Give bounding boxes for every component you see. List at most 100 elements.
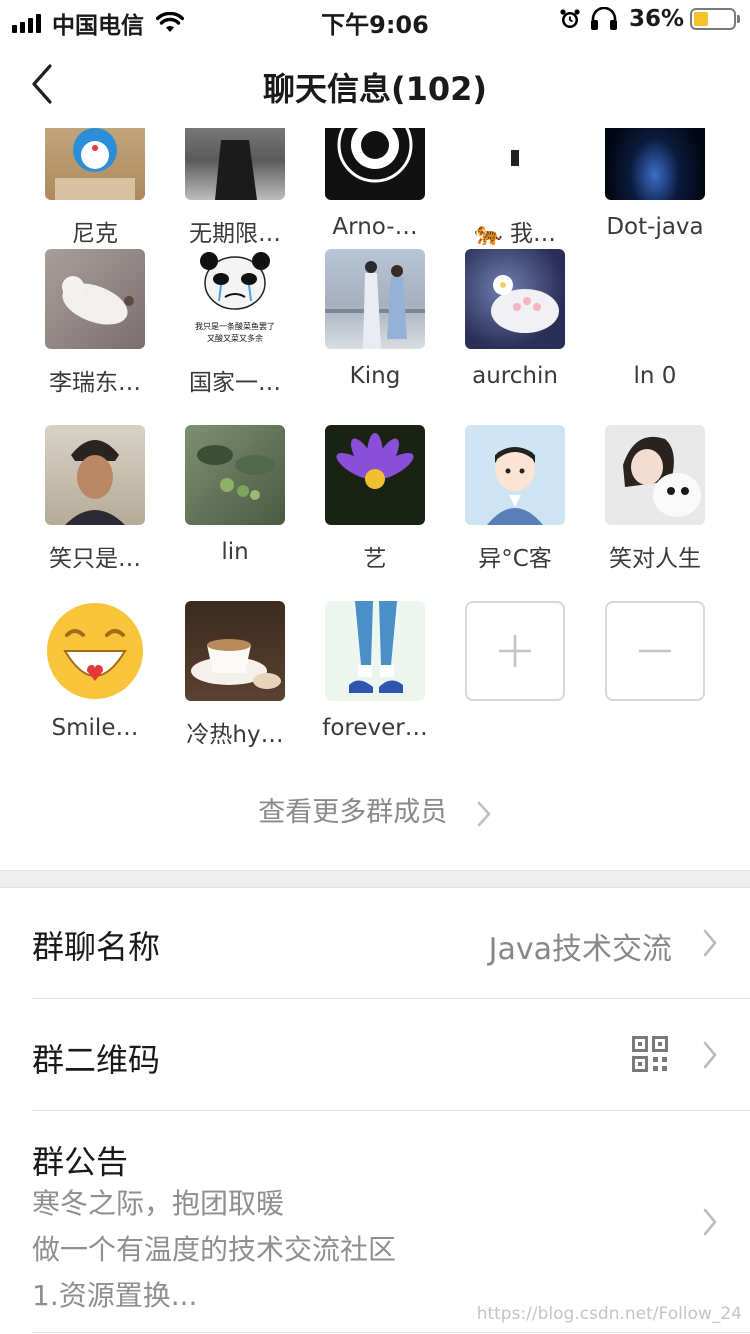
member-name: 🐅 我…	[474, 221, 556, 247]
chevron-right-icon	[703, 1041, 717, 1069]
member-avatar	[325, 425, 425, 525]
qr-code-icon	[632, 1036, 668, 1072]
member-avatar	[185, 601, 285, 701]
remove-member-box[interactable]	[605, 601, 705, 701]
member-avatar	[185, 128, 285, 200]
member-name: 国家一…	[189, 370, 281, 396]
view-more-members-label: 查看更多群成员	[258, 797, 448, 828]
group-qr-code-label: 群二维码	[32, 1041, 161, 1079]
add-member-box[interactable]	[465, 601, 565, 701]
person-silhouette-icon	[215, 140, 257, 200]
headphones-icon	[590, 7, 617, 30]
member-item[interactable]: ln 0	[585, 249, 725, 389]
member-name: 冷热hy…	[186, 722, 284, 748]
member-name: 笑对人生	[609, 546, 701, 572]
coffee-cup-icon	[191, 639, 281, 689]
announcement-line-1: 寒冬之际，抱团取暖	[32, 1187, 285, 1220]
member-item[interactable]: Dot-java	[585, 128, 725, 240]
member-avatar	[325, 128, 425, 200]
section-separator	[0, 870, 750, 888]
page-title: 聊天信息(102)	[262, 70, 488, 108]
smile-emoji-icon	[47, 603, 143, 699]
member-avatar	[605, 128, 705, 200]
member-name: Dot-java	[606, 214, 704, 240]
remove-member-button[interactable]	[585, 601, 725, 701]
member-name: Smile…	[51, 715, 139, 741]
group-announcement-label: 群公告	[32, 1143, 129, 1181]
member-item[interactable]: 尼克	[25, 128, 165, 248]
member-item[interactable]: aurchin	[445, 249, 585, 389]
member-avatar	[185, 425, 285, 525]
chevron-right-icon	[703, 929, 717, 957]
group-qr-code-row[interactable]: 群二维码	[32, 999, 750, 1110]
member-avatar	[45, 601, 145, 701]
meme-caption-1: 我只是一条酸菜鱼罢了	[195, 321, 275, 331]
panda-meme-icon: 我只是一条酸菜鱼罢了 又酸又菜又多余	[195, 252, 275, 343]
add-member-button[interactable]	[445, 601, 585, 701]
member-name: 无期限…	[189, 221, 281, 247]
portrait-photo-icon	[65, 440, 125, 525]
member-item[interactable]: Smile…	[25, 601, 165, 741]
member-avatar	[45, 249, 145, 349]
member-name: 异°C客	[478, 546, 552, 572]
member-item[interactable]: lin	[165, 425, 305, 565]
battery-icon	[690, 8, 740, 30]
member-item[interactable]: 笑对人生	[585, 425, 725, 573]
chevron-right-icon	[477, 801, 491, 826]
member-item[interactable]: 无期限…	[165, 128, 305, 248]
announcement-line-2: 做一个有温度的技术交流社区	[32, 1233, 397, 1266]
member-item[interactable]: 李瑞东…	[25, 249, 165, 397]
announcement-line-3: 1.资源置换...	[32, 1279, 198, 1312]
member-item[interactable]: King	[305, 249, 445, 389]
member-avatar	[45, 425, 145, 525]
cat-paw-flower-icon	[491, 275, 559, 333]
lotus-flower-icon	[336, 433, 414, 489]
jeans-sneakers-icon	[349, 601, 403, 693]
member-avatar	[605, 425, 705, 525]
figure-icon	[511, 150, 519, 166]
member-name: forever…	[322, 715, 428, 741]
nav-bar: 聊天信息(102)	[0, 40, 750, 128]
member-avatar	[325, 249, 425, 349]
member-name: ln 0	[633, 363, 677, 389]
chevron-right-icon	[703, 1208, 717, 1236]
member-avatar	[465, 425, 565, 525]
member-avatar	[605, 249, 705, 349]
member-name: 尼克	[72, 221, 118, 247]
member-name: King	[349, 363, 401, 389]
member-name: aurchin	[472, 363, 558, 389]
citrus-tree-icon	[197, 445, 275, 500]
doraemon-figure-icon	[55, 128, 135, 200]
member-avatar	[45, 128, 145, 200]
member-item[interactable]: forever…	[305, 601, 445, 741]
member-item[interactable]: Arno-…	[305, 128, 445, 240]
group-name-label: 群聊名称	[32, 928, 161, 966]
member-item[interactable]: 冷热hy…	[165, 601, 305, 748]
meme-caption-2: 又酸又菜又多余	[207, 333, 263, 343]
member-item[interactable]: 笑只是…	[25, 425, 165, 573]
battery-percent: 36%	[628, 6, 684, 32]
member-item[interactable]: 🐅 我…	[445, 128, 585, 248]
battery-fill	[694, 12, 708, 26]
member-item[interactable]: 我只是一条酸菜鱼罢了 又酸又菜又多余 国家一…	[165, 249, 305, 397]
group-name-row[interactable]: 群聊名称 Java技术交流	[32, 888, 750, 998]
member-avatar	[465, 128, 565, 200]
plus-icon	[499, 635, 531, 667]
status-right: 36%	[551, 6, 740, 32]
status-bar: 中国电信 下午9:06 36%	[0, 0, 750, 40]
couple-photo-icon	[325, 261, 425, 349]
view-more-members-link[interactable]: 查看更多群成员	[0, 790, 750, 829]
member-item[interactable]: 异°C客	[445, 425, 585, 573]
watermark: https://blog.csdn.net/Follow_24	[476, 1304, 742, 1324]
member-name: 艺	[363, 546, 387, 572]
member-avatar	[325, 601, 425, 701]
cat-photo-icon	[62, 276, 134, 325]
minus-icon	[639, 649, 671, 653]
cartoon-boy-icon	[487, 447, 543, 525]
member-name: lin	[221, 539, 249, 565]
member-item[interactable]: 艺	[305, 425, 445, 573]
member-name: 笑只是…	[49, 546, 141, 572]
alarm-icon	[560, 9, 580, 28]
badge-logo-icon	[337, 128, 413, 183]
divider	[32, 1332, 750, 1333]
